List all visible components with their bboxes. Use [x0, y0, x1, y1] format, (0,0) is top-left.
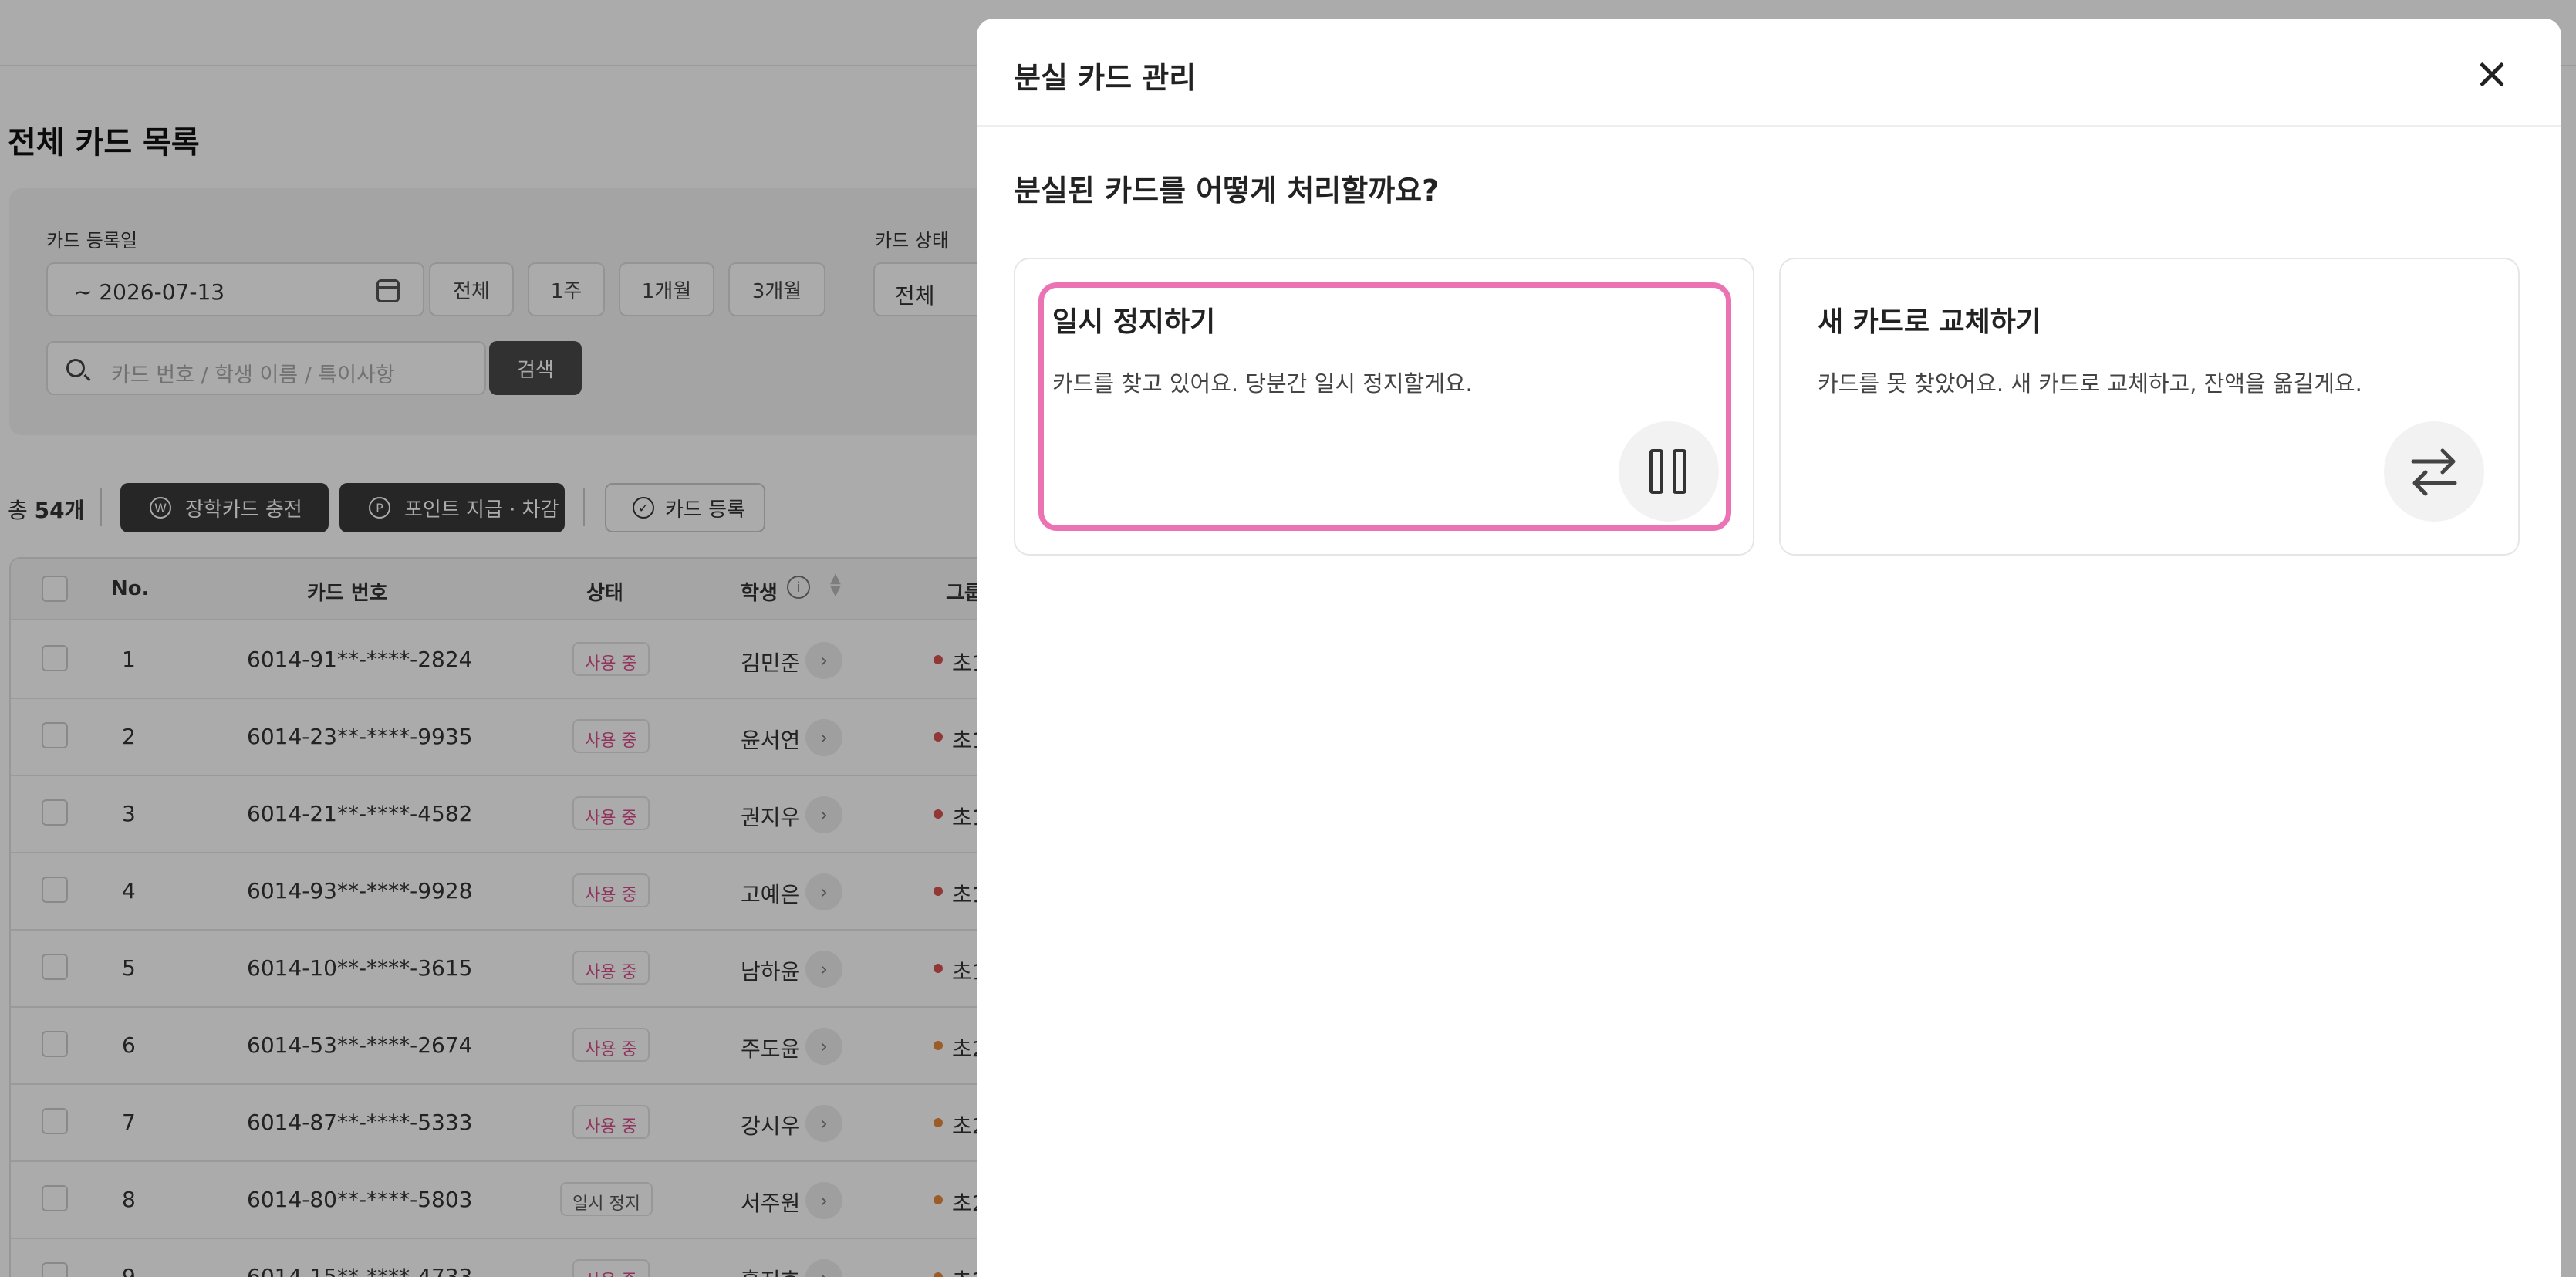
option-title: 일시 정지하기 [1052, 306, 1216, 338]
option-title: 새 카드로 교체하기 [1818, 306, 2042, 338]
modal-question: 분실된 카드를 어떻게 처리할까요? [1014, 174, 1440, 208]
option-replace[interactable]: 새 카드로 교체하기 카드를 못 찾았어요. 새 카드로 교체하고, 잔액을 옮… [1779, 258, 2520, 556]
option-pause[interactable]: 일시 정지하기 카드를 찾고 있어요. 당분간 일시 정지할게요. [1014, 258, 1754, 556]
modal-header: 분실 카드 관리 [977, 19, 2561, 127]
swap-icon [2384, 421, 2484, 522]
lost-card-modal: 분실 카드 관리 분실된 카드를 어떻게 처리할까요? 일시 정지하기 카드를 … [977, 19, 2561, 1277]
option-description: 카드를 못 찾았어요. 새 카드로 교체하고, 잔액을 옮길게요. [1818, 370, 2362, 397]
modal-title: 분실 카드 관리 [1014, 61, 1197, 95]
option-description: 카드를 찾고 있어요. 당분간 일시 정지할게요. [1052, 370, 1473, 397]
pause-icon [1619, 421, 1719, 522]
close-icon[interactable] [2473, 56, 2510, 93]
